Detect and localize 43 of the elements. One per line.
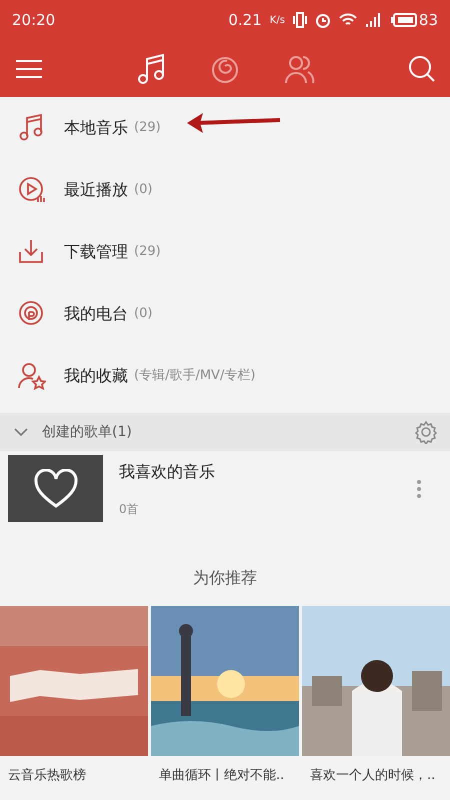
person-star-icon bbox=[18, 362, 46, 390]
menu-button[interactable] bbox=[14, 58, 44, 80]
section-header[interactable]: 创建的歌单(1) bbox=[0, 413, 450, 451]
battery-icon bbox=[390, 13, 417, 27]
item-count: (0) bbox=[134, 305, 152, 324]
item-count: (29) bbox=[134, 243, 161, 262]
menu-row[interactable]: 最近播放 (0) bbox=[0, 159, 450, 221]
speed-unit: K/s bbox=[270, 14, 285, 28]
radio-icon bbox=[18, 300, 46, 328]
playlist-row[interactable]: 我喜欢的音乐 0首 bbox=[0, 451, 450, 526]
signal-icon bbox=[364, 12, 383, 28]
item-count: (29) bbox=[134, 119, 161, 138]
menu-row[interactable]: 我的收藏 (专辑/歌手/MV/专栏) bbox=[0, 345, 450, 407]
card-caption[interactable]: 喜欢一个人的时候，.. bbox=[302, 756, 450, 786]
menu-title: 我的收藏 bbox=[64, 365, 128, 387]
card-caption[interactable]: 云音乐热歌榜 bbox=[0, 756, 148, 786]
heart-icon bbox=[34, 468, 78, 508]
item-count: (专辑/歌手/MV/专栏) bbox=[134, 367, 256, 386]
menu-icon bbox=[14, 58, 44, 80]
search-icon bbox=[408, 54, 436, 82]
playlist-title: 我喜欢的音乐 bbox=[119, 460, 215, 482]
section-heading: 为你推荐 bbox=[192, 567, 258, 589]
vibrate-icon bbox=[292, 12, 307, 28]
network-speed: 0.21 bbox=[228, 10, 262, 31]
clock-time: 20:20 bbox=[12, 10, 56, 31]
item-count: (0) bbox=[134, 181, 152, 200]
search-button[interactable] bbox=[408, 54, 436, 82]
menu-title: 下载管理 bbox=[64, 241, 128, 263]
play-clock-icon bbox=[18, 176, 46, 204]
section-title: 创建的歌单(1) bbox=[42, 422, 132, 442]
more-icon[interactable] bbox=[416, 478, 422, 498]
menu-row[interactable]: 本地音乐 (29) bbox=[0, 97, 450, 159]
menu-row[interactable]: 下载管理 (29) bbox=[0, 221, 450, 283]
card-caption[interactable]: 单曲循环丨绝对不能.. bbox=[151, 756, 299, 786]
song-count: 0首 bbox=[119, 500, 140, 518]
menu-title: 最近播放 bbox=[64, 179, 128, 201]
download-icon bbox=[18, 238, 46, 266]
menu-title: 本地音乐 bbox=[64, 117, 128, 139]
menu-title: 我的电台 bbox=[64, 303, 128, 325]
battery-level: 83 bbox=[418, 10, 438, 31]
settings-icon[interactable] bbox=[414, 420, 438, 444]
alarm-icon bbox=[314, 12, 331, 28]
menu-row[interactable]: 我的电台 (0) bbox=[0, 283, 450, 345]
